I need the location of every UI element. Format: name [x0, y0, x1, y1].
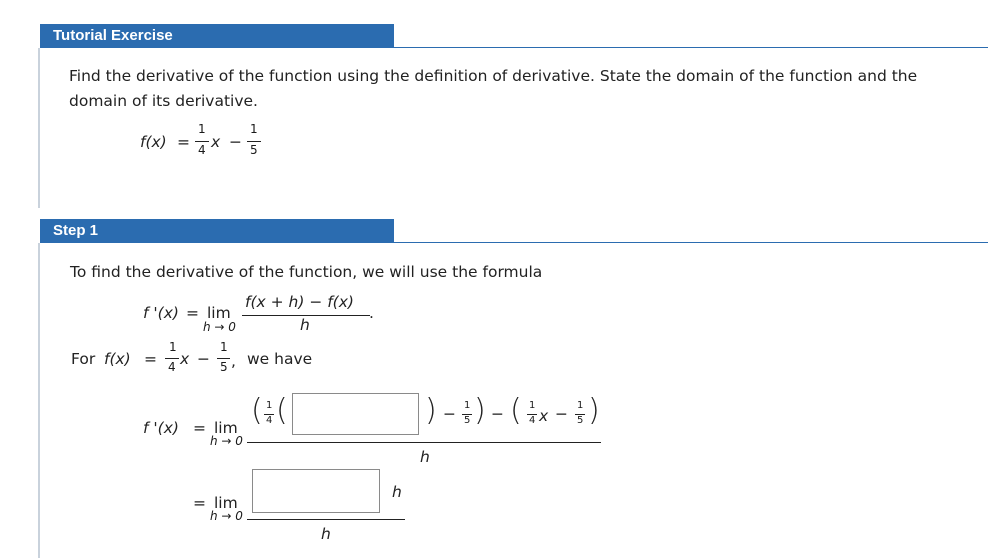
frac-denominator: 5 [250, 143, 258, 157]
x-variable: x [211, 133, 221, 151]
equals-sign: = [193, 494, 206, 512]
minus-sign: − [197, 350, 210, 368]
frac-numerator: 1 [266, 400, 273, 411]
main-fraction-bar [247, 519, 405, 520]
step1-title: Step 1 [53, 222, 99, 239]
frac-numerator: 1 [529, 400, 536, 411]
limit-subscript: h → 0 [210, 434, 243, 448]
fraction-bar [247, 141, 261, 142]
we-have-text: we have [247, 350, 313, 368]
tutorial-left-rule [38, 48, 40, 208]
frac-denominator: 4 [266, 415, 273, 426]
fraction-bar [217, 358, 230, 359]
left-paren: ( [276, 393, 288, 428]
minus-sign: − [443, 405, 456, 423]
fprime-label: f '(x) [143, 419, 179, 437]
fx-label: f(x) [140, 133, 167, 151]
frac-numerator: 1 [198, 122, 206, 136]
step1-left-rule [38, 243, 40, 558]
main-fraction-bar [247, 442, 601, 443]
frac-numerator: 1 [577, 400, 584, 411]
denominator-h: h [321, 525, 331, 543]
formula-denominator: h [300, 316, 310, 334]
left-paren: ( [510, 393, 522, 428]
step1-header-rule [394, 242, 988, 243]
period: . [369, 304, 374, 322]
instruction-text-line1: Find the derivative of the function usin… [69, 67, 918, 85]
tutorial-exercise-title: Tutorial Exercise [53, 27, 173, 44]
frac-denominator: 4 [198, 143, 206, 157]
minus-sign: − [491, 405, 504, 423]
frac-denominator: 5 [220, 360, 228, 374]
equals-sign: = [144, 350, 157, 368]
minus-sign: − [229, 133, 242, 151]
comma: , [231, 352, 236, 370]
frac-denominator: 4 [168, 360, 176, 374]
instruction-text-line2: domain of its derivative. [69, 92, 258, 110]
frac-numerator: 1 [220, 340, 228, 354]
fprime-label: f '(x) [143, 304, 179, 322]
numerator-h: h [392, 483, 402, 501]
answer-input-2[interactable] [252, 469, 380, 513]
right-paren: ) [425, 393, 437, 428]
equals-sign: = [193, 419, 206, 437]
tutorial-exercise-header: Tutorial Exercise [40, 24, 394, 48]
limit-subscript: h → 0 [203, 320, 236, 334]
step1-header: Step 1 [40, 219, 394, 243]
x-variable: x [180, 350, 190, 368]
minus-sign: − [555, 405, 568, 423]
step1-intro-text: To find the derivative of the function, … [70, 263, 543, 281]
left-paren: ( [251, 393, 263, 428]
formula-numerator: f(x + h) − f(x) [245, 293, 354, 311]
for-label: For [71, 350, 96, 368]
frac-numerator: 1 [169, 340, 177, 354]
fraction-bar [195, 141, 209, 142]
right-paren: ) [588, 393, 600, 428]
limit-subscript: h → 0 [210, 509, 243, 523]
denominator-h: h [420, 448, 430, 466]
frac-denominator: 5 [464, 415, 471, 426]
frac-numerator: 1 [464, 400, 471, 411]
x-variable: x [539, 407, 549, 425]
equals-sign: = [186, 304, 199, 322]
frac-denominator: 4 [529, 415, 536, 426]
frac-numerator: 1 [250, 122, 258, 136]
right-paren: ) [474, 393, 486, 428]
answer-input-1[interactable] [292, 393, 419, 435]
equals-sign: = [177, 133, 190, 151]
fx-label: f(x) [104, 350, 131, 368]
tutorial-header-rule [394, 47, 988, 48]
fraction-bar [165, 358, 179, 359]
frac-denominator: 5 [577, 415, 584, 426]
